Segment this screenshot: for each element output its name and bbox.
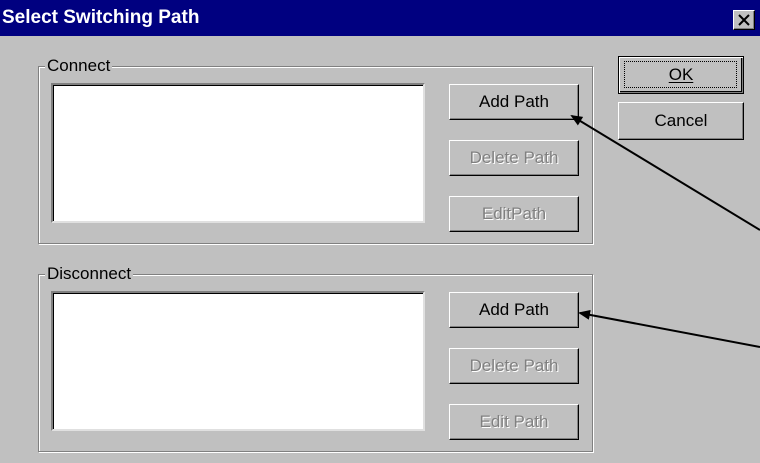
disconnect-edit-path-button[interactable]: Edit Path [449, 404, 579, 440]
disconnect-group-label: Disconnect [45, 264, 134, 284]
connect-edit-path-button[interactable]: EditPath [449, 196, 579, 232]
connect-delete-path-button[interactable]: Delete Path [449, 140, 579, 176]
disconnect-add-path-label: Add Path [479, 300, 549, 319]
disconnect-path-list[interactable] [51, 291, 425, 431]
title-bar[interactable]: Select Switching Path [0, 0, 760, 36]
disconnect-add-path-button[interactable]: Add Path [449, 292, 579, 328]
cancel-button[interactable]: Cancel [618, 102, 744, 140]
window-title: Select Switching Path [2, 7, 200, 28]
ok-button[interactable]: OK [618, 56, 744, 94]
connect-add-path-button[interactable]: Add Path [449, 84, 579, 120]
annotation-arrow-disconnect [578, 309, 760, 348]
close-icon [738, 14, 750, 26]
connect-path-list[interactable] [51, 83, 425, 223]
connect-edit-path-label: EditPath [481, 204, 547, 223]
connect-delete-path-label: Delete Path [469, 148, 559, 167]
cancel-button-label: Cancel [654, 111, 708, 130]
disconnect-delete-path-label: Delete Path [469, 356, 559, 375]
connect-group-label: Connect [45, 56, 113, 76]
select-switching-path-dialog: Select Switching Path Connect Add Path D… [0, 0, 760, 463]
connect-add-path-label: Add Path [479, 92, 549, 111]
ok-button-label: OK [668, 65, 694, 84]
disconnect-delete-path-button[interactable]: Delete Path [449, 348, 579, 384]
disconnect-edit-path-label: Edit Path [479, 412, 549, 431]
close-button[interactable] [733, 10, 755, 30]
